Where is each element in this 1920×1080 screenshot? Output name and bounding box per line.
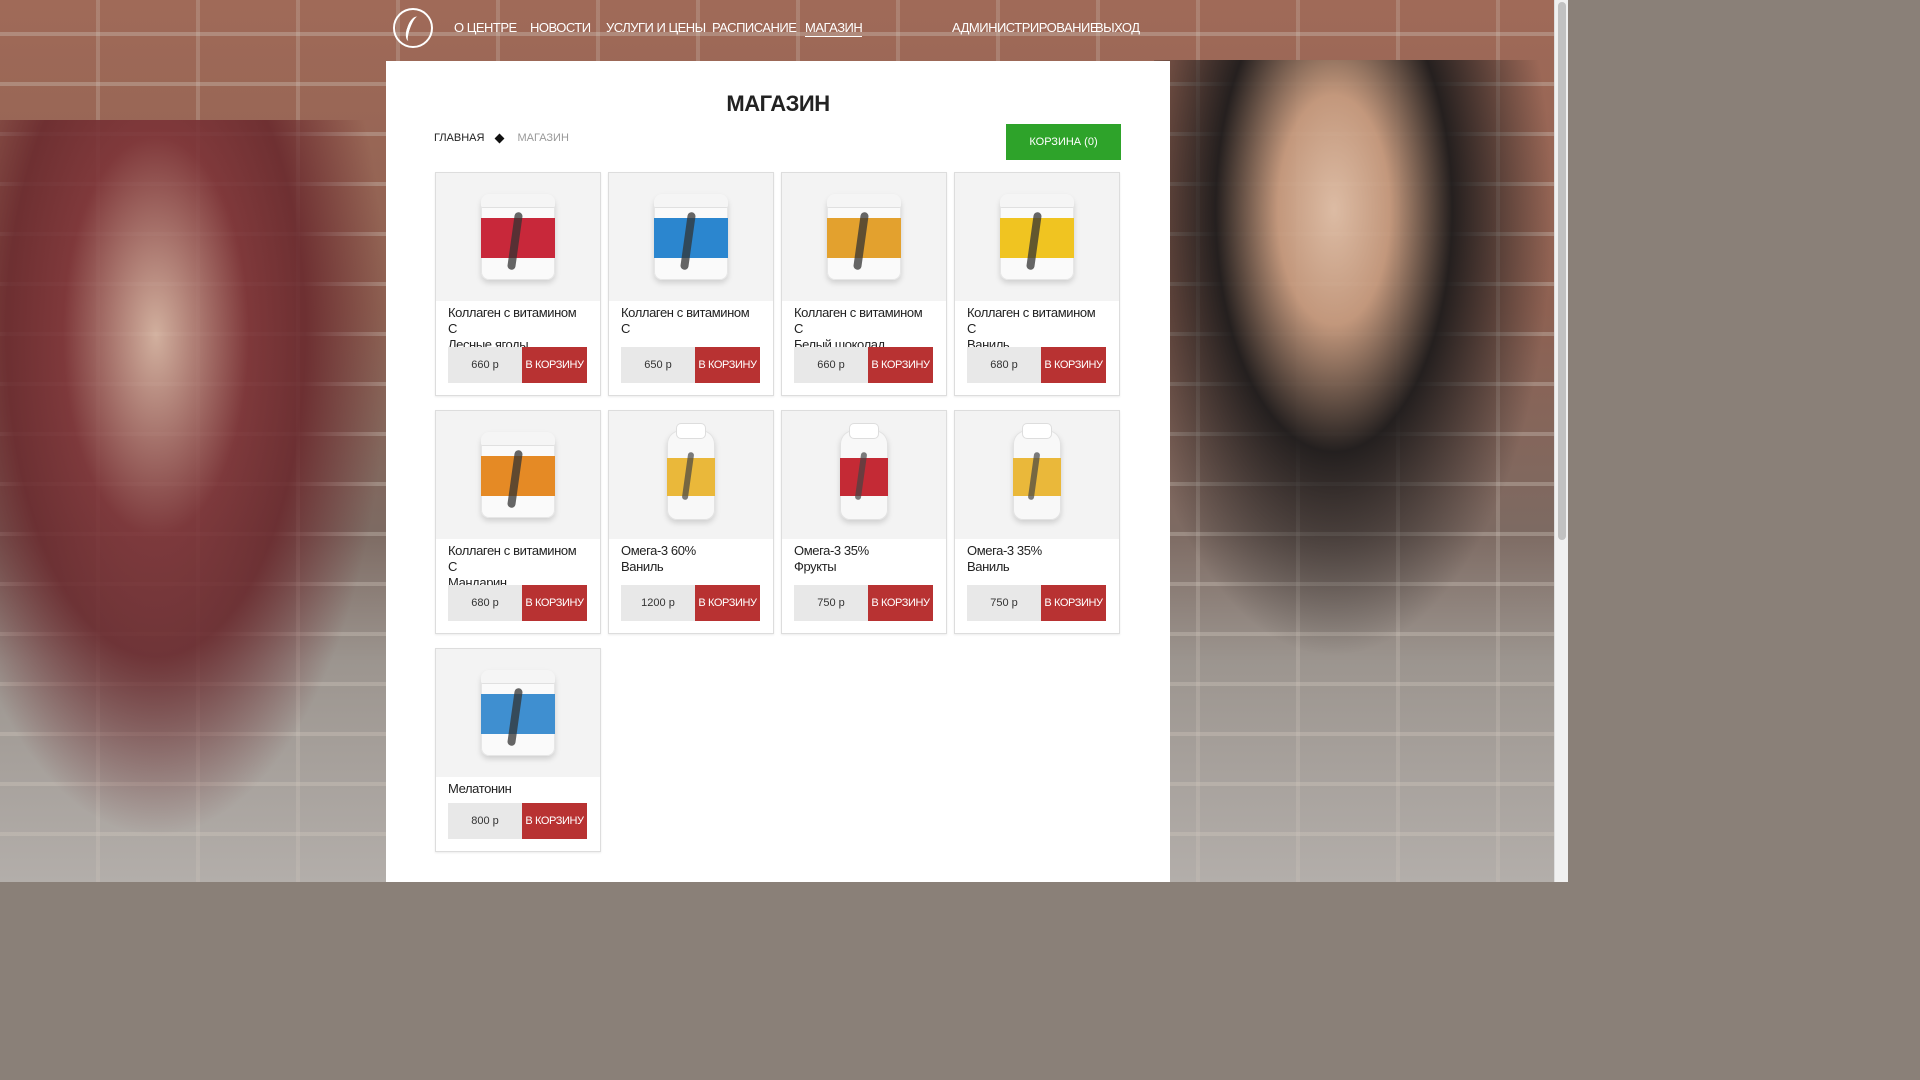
add-to-cart-button[interactable]: В КОРЗИНУ — [695, 347, 760, 383]
product-price: 1200 р — [621, 585, 695, 621]
product-name[interactable]: Омега-3 35% Фрукты — [782, 539, 946, 585]
background-figure-right — [1154, 60, 1554, 660]
product-price: 680 р — [967, 347, 1041, 383]
product-name[interactable]: Коллаген с витамином С Мандарин — [436, 539, 600, 590]
nav-item-services[interactable]: УСЛУГИ И ЦЕНЫ — [606, 20, 706, 35]
main-content: МАГАЗИН ГЛАВНАЯ МАГАЗИН КОРЗИНА (0) Колл… — [386, 61, 1170, 882]
logo-icon[interactable] — [393, 8, 433, 48]
jar-icon — [654, 194, 728, 280]
page-scrollbar[interactable] — [1554, 0, 1568, 882]
jar-icon — [1000, 194, 1074, 280]
jar-icon — [481, 670, 555, 756]
product-image[interactable] — [782, 411, 946, 539]
add-to-cart-button[interactable]: В КОРЗИНУ — [1041, 585, 1106, 621]
bottle-icon — [840, 424, 888, 520]
product-price: 800 р — [448, 803, 522, 839]
product-price: 750 р — [794, 585, 868, 621]
breadcrumb: ГЛАВНАЯ МАГАЗИН — [434, 132, 569, 144]
product-name[interactable]: Коллаген с витамином С — [609, 301, 773, 347]
nav-item-admin[interactable]: АДМИНИСТРИРОВАНИЕ — [952, 20, 1099, 35]
product-card: Коллаген с витамином С Белый шоколад 660 … — [781, 172, 947, 396]
product-card: Коллаген с витамином С Мандарин 680 рВ КО… — [435, 410, 601, 634]
bottle-icon — [667, 424, 715, 520]
product-card: Омега-3 35% Ваниль 750 рВ КОРЗИНУ — [954, 410, 1120, 634]
cart-button[interactable]: КОРЗИНА (0) — [1006, 124, 1121, 160]
product-image[interactable] — [609, 411, 773, 539]
product-image[interactable] — [955, 173, 1119, 301]
bottle-icon — [1013, 424, 1061, 520]
breadcrumb-home[interactable]: ГЛАВНАЯ — [434, 132, 484, 144]
page-title: МАГАЗИН — [726, 91, 830, 116]
product-price: 680 р — [448, 585, 522, 621]
nav-item-schedule[interactable]: РАСПИСАНИЕ — [712, 20, 797, 35]
breadcrumb-separator-icon — [495, 133, 505, 143]
add-to-cart-button[interactable]: В КОРЗИНУ — [695, 585, 760, 621]
product-card: Коллаген с витамином С Ваниль 680 рВ КОРЗ… — [954, 172, 1120, 396]
nav-item-news[interactable]: НОВОСТИ — [530, 20, 591, 35]
jar-icon — [827, 194, 901, 280]
product-name[interactable]: Коллаген с витамином С Ваниль — [955, 301, 1119, 352]
product-price: 650 р — [621, 347, 695, 383]
add-to-cart-button[interactable]: В КОРЗИНУ — [522, 347, 587, 383]
product-image[interactable] — [436, 173, 600, 301]
product-image[interactable] — [782, 173, 946, 301]
product-image[interactable] — [436, 649, 600, 777]
product-card: Коллаген с витамином С 650 рВ КОРЗИНУ — [608, 172, 774, 396]
product-name[interactable]: Мелатонин — [436, 777, 600, 803]
product-name[interactable]: Омега-3 35% Ваниль — [955, 539, 1119, 585]
product-card: Омега-3 35% Фрукты 750 рВ КОРЗИНУ — [781, 410, 947, 634]
product-price: 660 р — [794, 347, 868, 383]
jar-icon — [481, 194, 555, 280]
add-to-cart-button[interactable]: В КОРЗИНУ — [522, 585, 587, 621]
nav-item-shop[interactable]: МАГАЗИН — [805, 20, 863, 37]
add-to-cart-button[interactable]: В КОРЗИНУ — [868, 347, 933, 383]
background-figure-left — [0, 120, 390, 840]
add-to-cart-button[interactable]: В КОРЗИНУ — [522, 803, 587, 839]
scrollbar-thumb[interactable] — [1558, 2, 1566, 540]
top-nav: О ЦЕНТРЕ НОВОСТИ УСЛУГИ И ЦЕНЫ РАСПИСАНИ… — [386, 0, 1170, 61]
product-card: Коллаген с витамином С Лесные ягоды 660 р… — [435, 172, 601, 396]
product-name[interactable]: Коллаген с витамином С Белый шоколад — [782, 301, 946, 352]
nav-item-about[interactable]: О ЦЕНТРЕ — [454, 20, 517, 35]
product-name[interactable]: Коллаген с витамином С Лесные ягоды — [436, 301, 600, 352]
add-to-cart-button[interactable]: В КОРЗИНУ — [1041, 347, 1106, 383]
product-card: Омега-3 60% Ваниль 1200 рВ КОРЗИНУ — [608, 410, 774, 634]
product-price: 660 р — [448, 347, 522, 383]
product-card: Мелатонин 800 рВ КОРЗИНУ — [435, 648, 601, 852]
breadcrumb-current: МАГАЗИН — [517, 132, 569, 144]
product-price: 750 р — [967, 585, 1041, 621]
product-image[interactable] — [609, 173, 773, 301]
nav-item-logout[interactable]: ВЫХОД — [1095, 20, 1140, 35]
product-image[interactable] — [436, 411, 600, 539]
add-to-cart-button[interactable]: В КОРЗИНУ — [868, 585, 933, 621]
product-image[interactable] — [955, 411, 1119, 539]
product-name[interactable]: Омега-3 60% Ваниль — [609, 539, 773, 585]
jar-icon — [481, 432, 555, 518]
